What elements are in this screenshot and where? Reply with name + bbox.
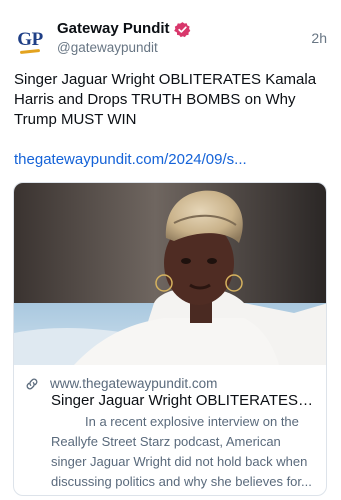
card-title[interactable]: Singer Jaguar Wright OBLITERATES K... — [51, 391, 317, 411]
card-thumbnail-image — [14, 183, 326, 365]
avatar[interactable]: GP — [13, 24, 47, 58]
link-icon — [26, 378, 38, 390]
post[interactable]: GP Gateway Pundit @gatewaypundit 2h Sing… — [0, 0, 341, 500]
card-description: In a recent explosive interview on the R… — [51, 414, 312, 489]
author-display-name[interactable]: Gateway Pundit — [57, 19, 170, 39]
post-text: Singer Jaguar Wright OBLITERATES Kamala … — [14, 71, 317, 128]
author-name-row: Gateway Pundit — [57, 19, 191, 39]
post-timestamp[interactable]: 2h — [311, 30, 327, 46]
link-preview-card[interactable]: www.thegatewaypundit.com Singer Jaguar W… — [13, 182, 327, 496]
author-handle[interactable]: @gatewaypundit — [57, 39, 158, 57]
verified-badge-icon — [173, 21, 190, 37]
avatar-logo-text: GP — [17, 28, 43, 50]
post-link[interactable]: thegatewaypundit.com/2024/09/s... — [14, 150, 332, 170]
